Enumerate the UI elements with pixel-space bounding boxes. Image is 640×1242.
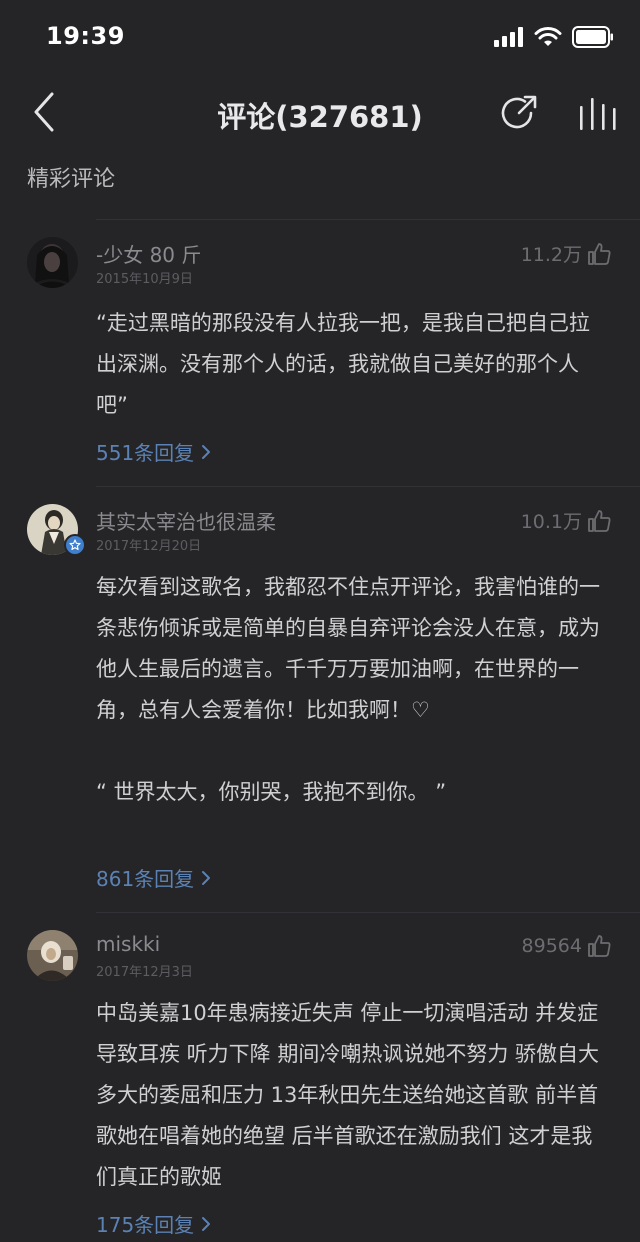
wifi-icon: [534, 27, 562, 46]
thumbs-up-icon: [588, 509, 611, 532]
like-button[interactable]: 10.1万: [521, 507, 612, 534]
comment-item: -少女 80 斤 2015年10月9日 11.2万 “走过黑暗的那段没有人拉我一…: [0, 220, 640, 486]
status-icons: [494, 26, 614, 48]
replies-count: 861条回复: [96, 867, 195, 891]
battery-icon: [572, 26, 613, 48]
like-count: 11.2万: [520, 244, 582, 266]
avatar[interactable]: [27, 237, 78, 288]
signal-icon: [494, 27, 523, 47]
share-button[interactable]: [498, 92, 540, 134]
nav-bar: 评论(327681): [0, 74, 640, 150]
avatar[interactable]: [27, 930, 78, 981]
share-icon: [501, 95, 537, 129]
like-button[interactable]: 89564: [522, 933, 612, 959]
user-avatar-image: [27, 930, 78, 981]
username[interactable]: 其实太宰治也很温柔: [96, 506, 276, 535]
user-avatar-image: [27, 237, 78, 288]
comment-date: 2015年10月9日: [96, 272, 193, 287]
thumbs-up-icon: [588, 242, 611, 265]
chevron-right-icon: [202, 444, 211, 459]
chevron-right-icon: [202, 870, 211, 885]
comment-text: “走过黑暗的那段没有人拉我一把，是我自己把自己拉出深渊。没有那个人的话，我就做自…: [96, 311, 590, 417]
page-title: 评论(327681): [217, 100, 423, 134]
replies-count: 175条回复: [96, 1213, 195, 1237]
section-title: 精彩评论: [27, 167, 116, 192]
comment-item: miskki 2017年12月3日 89564 中岛美嘉10年患病接近失声 停止…: [0, 913, 640, 1242]
replies-link[interactable]: 551条回复: [96, 437, 212, 466]
replies-link[interactable]: 175条回复: [96, 1209, 212, 1238]
username[interactable]: -少女 80 斤: [96, 239, 201, 268]
like-count: 89564: [521, 935, 582, 957]
like-count: 10.1万: [520, 511, 582, 533]
comment-item: 其实太宰治也很温柔 2017年12月20日 10.1万 每次看到这歌名，我都忍不…: [0, 487, 640, 912]
like-button[interactable]: 11.2万: [521, 240, 612, 267]
playlist-button[interactable]: [578, 96, 618, 132]
comment-date: 2017年12月20日: [96, 539, 202, 554]
replies-link[interactable]: 861条回复: [96, 863, 212, 892]
status-time: 19:39: [46, 22, 125, 50]
comment-text: 每次看到这歌名，我都忍不住点开评论，我害怕谁的一条悲伤倾诉或是简单的自暴自弃评论…: [96, 575, 600, 804]
comment-date: 2017年12月3日: [96, 965, 193, 980]
chevron-right-icon: [202, 1216, 211, 1231]
bars-icon: [580, 98, 616, 130]
status-bar: 19:39: [0, 0, 640, 74]
comment-text: 中岛美嘉10年患病接近失声 停止一切演唱活动 并发症导致耳疾 听力下降 期间冷嘲…: [96, 1001, 600, 1189]
username[interactable]: miskki: [96, 932, 160, 956]
star-icon: [69, 539, 81, 551]
thumbs-up-icon: [588, 935, 611, 957]
replies-count: 551条回复: [96, 441, 195, 465]
verified-badge: [64, 534, 86, 556]
